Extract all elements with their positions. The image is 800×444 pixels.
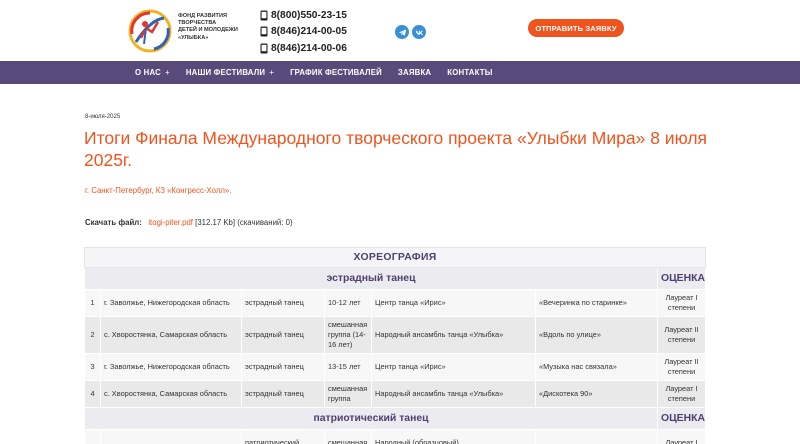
submit-application-button[interactable]: ОТПРАВИТЬ ЗАЯВКУ — [528, 19, 624, 37]
row-piece: «Вдоль по улице» — [535, 316, 658, 354]
nav-item-festivals[interactable]: НАШИ ФЕСТИВАЛИ + — [186, 68, 274, 77]
row-number: 2 — [84, 316, 101, 354]
table-row: патриотический смешанная Народный (образ… — [84, 429, 707, 444]
score-header: ОЦЕНКА — [656, 267, 707, 290]
article-date: 8-июля-2025 — [85, 114, 121, 120]
table-row: 1 г. Заволжье, Нижегородская область эст… — [84, 289, 707, 317]
phone-number[interactable]: 8(846)214-00-06 — [271, 43, 347, 54]
mobile-phone-icon — [260, 10, 268, 21]
nav-item-schedule[interactable]: ГРАФИК ФЕСТИВАЛЕЙ — [290, 68, 382, 77]
site-header: ФОНД РАЗВИТИЯ ТВОРЧЕСТВА ДЕТЕЙ И МОЛОДЕЖ… — [0, 0, 800, 61]
row-region — [100, 429, 242, 444]
phone-number[interactable]: 8(846)214-00-05 — [271, 26, 347, 37]
row-award: Лауреат II степени — [656, 353, 707, 381]
row-team: Народный (образцовый) — [371, 429, 536, 444]
org-name-line: ДЕТЕЙ И МОЛОДЕЖИ — [178, 27, 238, 34]
row-award: Лауреат I степени — [656, 380, 707, 408]
phone-number[interactable]: 8(800)550-23-15 — [271, 10, 347, 21]
score-header: ОЦЕНКА — [656, 407, 707, 430]
section-title: ХОРЕОГРАФИЯ — [83, 247, 707, 268]
mobile-phone-icon — [260, 43, 268, 54]
download-size: [312.17 Kb] — [195, 218, 236, 227]
plus-icon[interactable]: + — [165, 68, 170, 77]
category-title: патриотический танец — [84, 407, 658, 430]
logo[interactable] — [126, 8, 174, 54]
category-header-row: патриотический танец ОЦЕНКА — [84, 407, 707, 430]
row-genre: эстрадный танец — [241, 289, 325, 317]
nav-item-label[interactable]: КОНТАКТЫ — [447, 68, 492, 77]
phone-item[interactable]: 8(846)214-00-06 — [260, 40, 347, 57]
results-table: ХОРЕОГРАФИЯ эстрадный танец ОЦЕНКА 1 г. … — [83, 247, 707, 444]
row-piece: «Вечеринка по старинке» — [535, 289, 658, 317]
category-title: эстрадный танец — [84, 267, 658, 290]
nav-item-label[interactable]: О НАС — [135, 68, 161, 77]
section-header-row: ХОРЕОГРАФИЯ — [83, 247, 707, 268]
org-name-line: «УЛЫБКА» — [178, 34, 209, 41]
download-label: Скачать файл: — [85, 218, 142, 227]
row-genre: эстрадный танец — [241, 353, 325, 381]
nav-item-application[interactable]: ЗАЯВКА — [398, 68, 431, 77]
row-award: Лауреат I — [656, 429, 707, 444]
vk-icon[interactable] — [412, 25, 426, 39]
row-genre: эстрадный танец — [241, 316, 325, 354]
nav-item-label[interactable]: НАШИ ФЕСТИВАЛИ — [186, 68, 265, 77]
row-piece: «Музыка нас связала» — [535, 353, 658, 381]
row-number: 3 — [84, 353, 101, 381]
row-piece: «Дискотека 90» — [535, 380, 658, 408]
phone-item[interactable]: 8(846)214-00-05 — [260, 24, 347, 41]
row-award: Лауреат II степени — [656, 316, 707, 354]
mobile-phone-icon — [260, 26, 268, 37]
row-age: 13-15 лет — [324, 353, 372, 381]
row-age: смешанная — [324, 429, 372, 444]
row-number: 4 — [84, 380, 101, 408]
main-nav: О НАС + НАШИ ФЕСТИВАЛИ + ГРАФИК ФЕСТИВАЛЕЙ… — [0, 61, 800, 84]
telegram-icon[interactable] — [395, 25, 409, 39]
row-team: Народный ансамбль танца «Улыбка» — [371, 380, 536, 408]
page-title: Итоги Финала Международного творческого … — [84, 128, 708, 170]
table-row: 2 с. Хворостянка, Самарская область эстр… — [84, 316, 707, 354]
row-age: 10-12 лет — [324, 289, 372, 317]
download-line: Скачать файл: itogi-piter.pdf [312.17 Kb… — [85, 218, 293, 227]
nav-item-about[interactable]: О НАС + — [135, 68, 170, 77]
phone-item[interactable]: 8(800)550-23-15 — [260, 7, 347, 24]
row-region: с. Хворостянка, Самарская область — [100, 316, 242, 354]
row-age: смешанная группа (14-16 лет) — [324, 316, 372, 354]
row-region: г. Заволжье, Нижегородская область — [100, 353, 242, 381]
article-venue: г. Санкт-Петербург, КЗ «Конгресс-Холл». — [85, 186, 232, 195]
row-age: смешанная группа — [324, 380, 372, 408]
download-count: (скачиваний: 0) — [237, 218, 293, 227]
row-team: Центр танца «Ирис» — [371, 353, 536, 381]
row-genre: эстрадный танец — [241, 380, 325, 408]
org-name: ФОНД РАЗВИТИЯ ТВОРЧЕСТВА ДЕТЕЙ И МОЛОДЕЖ… — [178, 13, 248, 42]
category-header-row: эстрадный танец ОЦЕНКА — [84, 267, 707, 290]
nav-item-label[interactable]: ЗАЯВКА — [398, 68, 431, 77]
row-team: Центр танца «Ирис» — [371, 289, 536, 317]
table-row: 3 г. Заволжье, Нижегородская область эст… — [84, 353, 707, 381]
nav-item-contacts[interactable]: КОНТАКТЫ — [447, 68, 492, 77]
nav-item-label[interactable]: ГРАФИК ФЕСТИВАЛЕЙ — [290, 68, 382, 77]
plus-icon[interactable]: + — [269, 68, 274, 77]
row-team: Народный ансамбль танца «Улыбка» — [371, 316, 536, 354]
org-name-line: ФОНД РАЗВИТИЯ — [178, 13, 228, 19]
row-genre: патриотический — [241, 429, 325, 444]
download-file-link[interactable]: itogi-piter.pdf — [148, 218, 193, 227]
row-number — [84, 429, 101, 444]
row-region: г. Заволжье, Нижегородская область — [100, 289, 242, 317]
row-region: с. Хворостянка, Самарская область — [100, 380, 242, 408]
social-links — [395, 25, 426, 39]
table-row: 4 с. Хворостянка, Самарская область эстр… — [84, 380, 707, 408]
row-piece — [535, 429, 658, 444]
phone-list: 8(800)550-23-15 8(846)214-00-05 8(846)21… — [260, 7, 347, 57]
row-number: 1 — [84, 289, 101, 317]
row-award: Лауреат I степени — [656, 289, 707, 317]
